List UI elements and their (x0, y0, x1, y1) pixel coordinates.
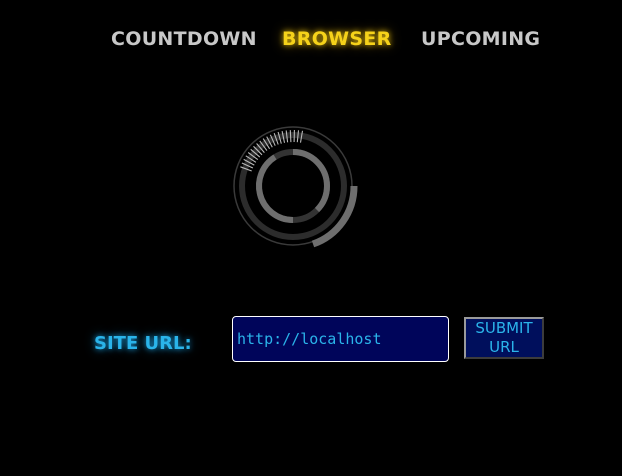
tab-browser[interactable]: BROWSER (282, 28, 392, 50)
tab-countdown[interactable]: COUNTDOWN (111, 28, 257, 50)
tab-upcoming[interactable]: UPCOMING (421, 28, 540, 50)
spinner-tick (296, 130, 300, 143)
submit-button-label-line2: URL (489, 338, 519, 356)
top-navigation: COUNTDOWN BROWSER UPCOMING (0, 28, 622, 56)
spinner-tick (289, 130, 292, 143)
submit-url-button[interactable]: SUBMIT URL (464, 317, 544, 359)
spinner-tick (285, 130, 289, 143)
loading-spinner-icon (233, 126, 358, 248)
site-url-label: SITE URL: (94, 333, 192, 354)
spinner-inner-arc-right (292, 149, 331, 213)
site-url-input[interactable] (232, 316, 449, 362)
spinner-inner-arc-left (256, 154, 294, 223)
submit-button-label-line1: SUBMIT (475, 319, 533, 337)
